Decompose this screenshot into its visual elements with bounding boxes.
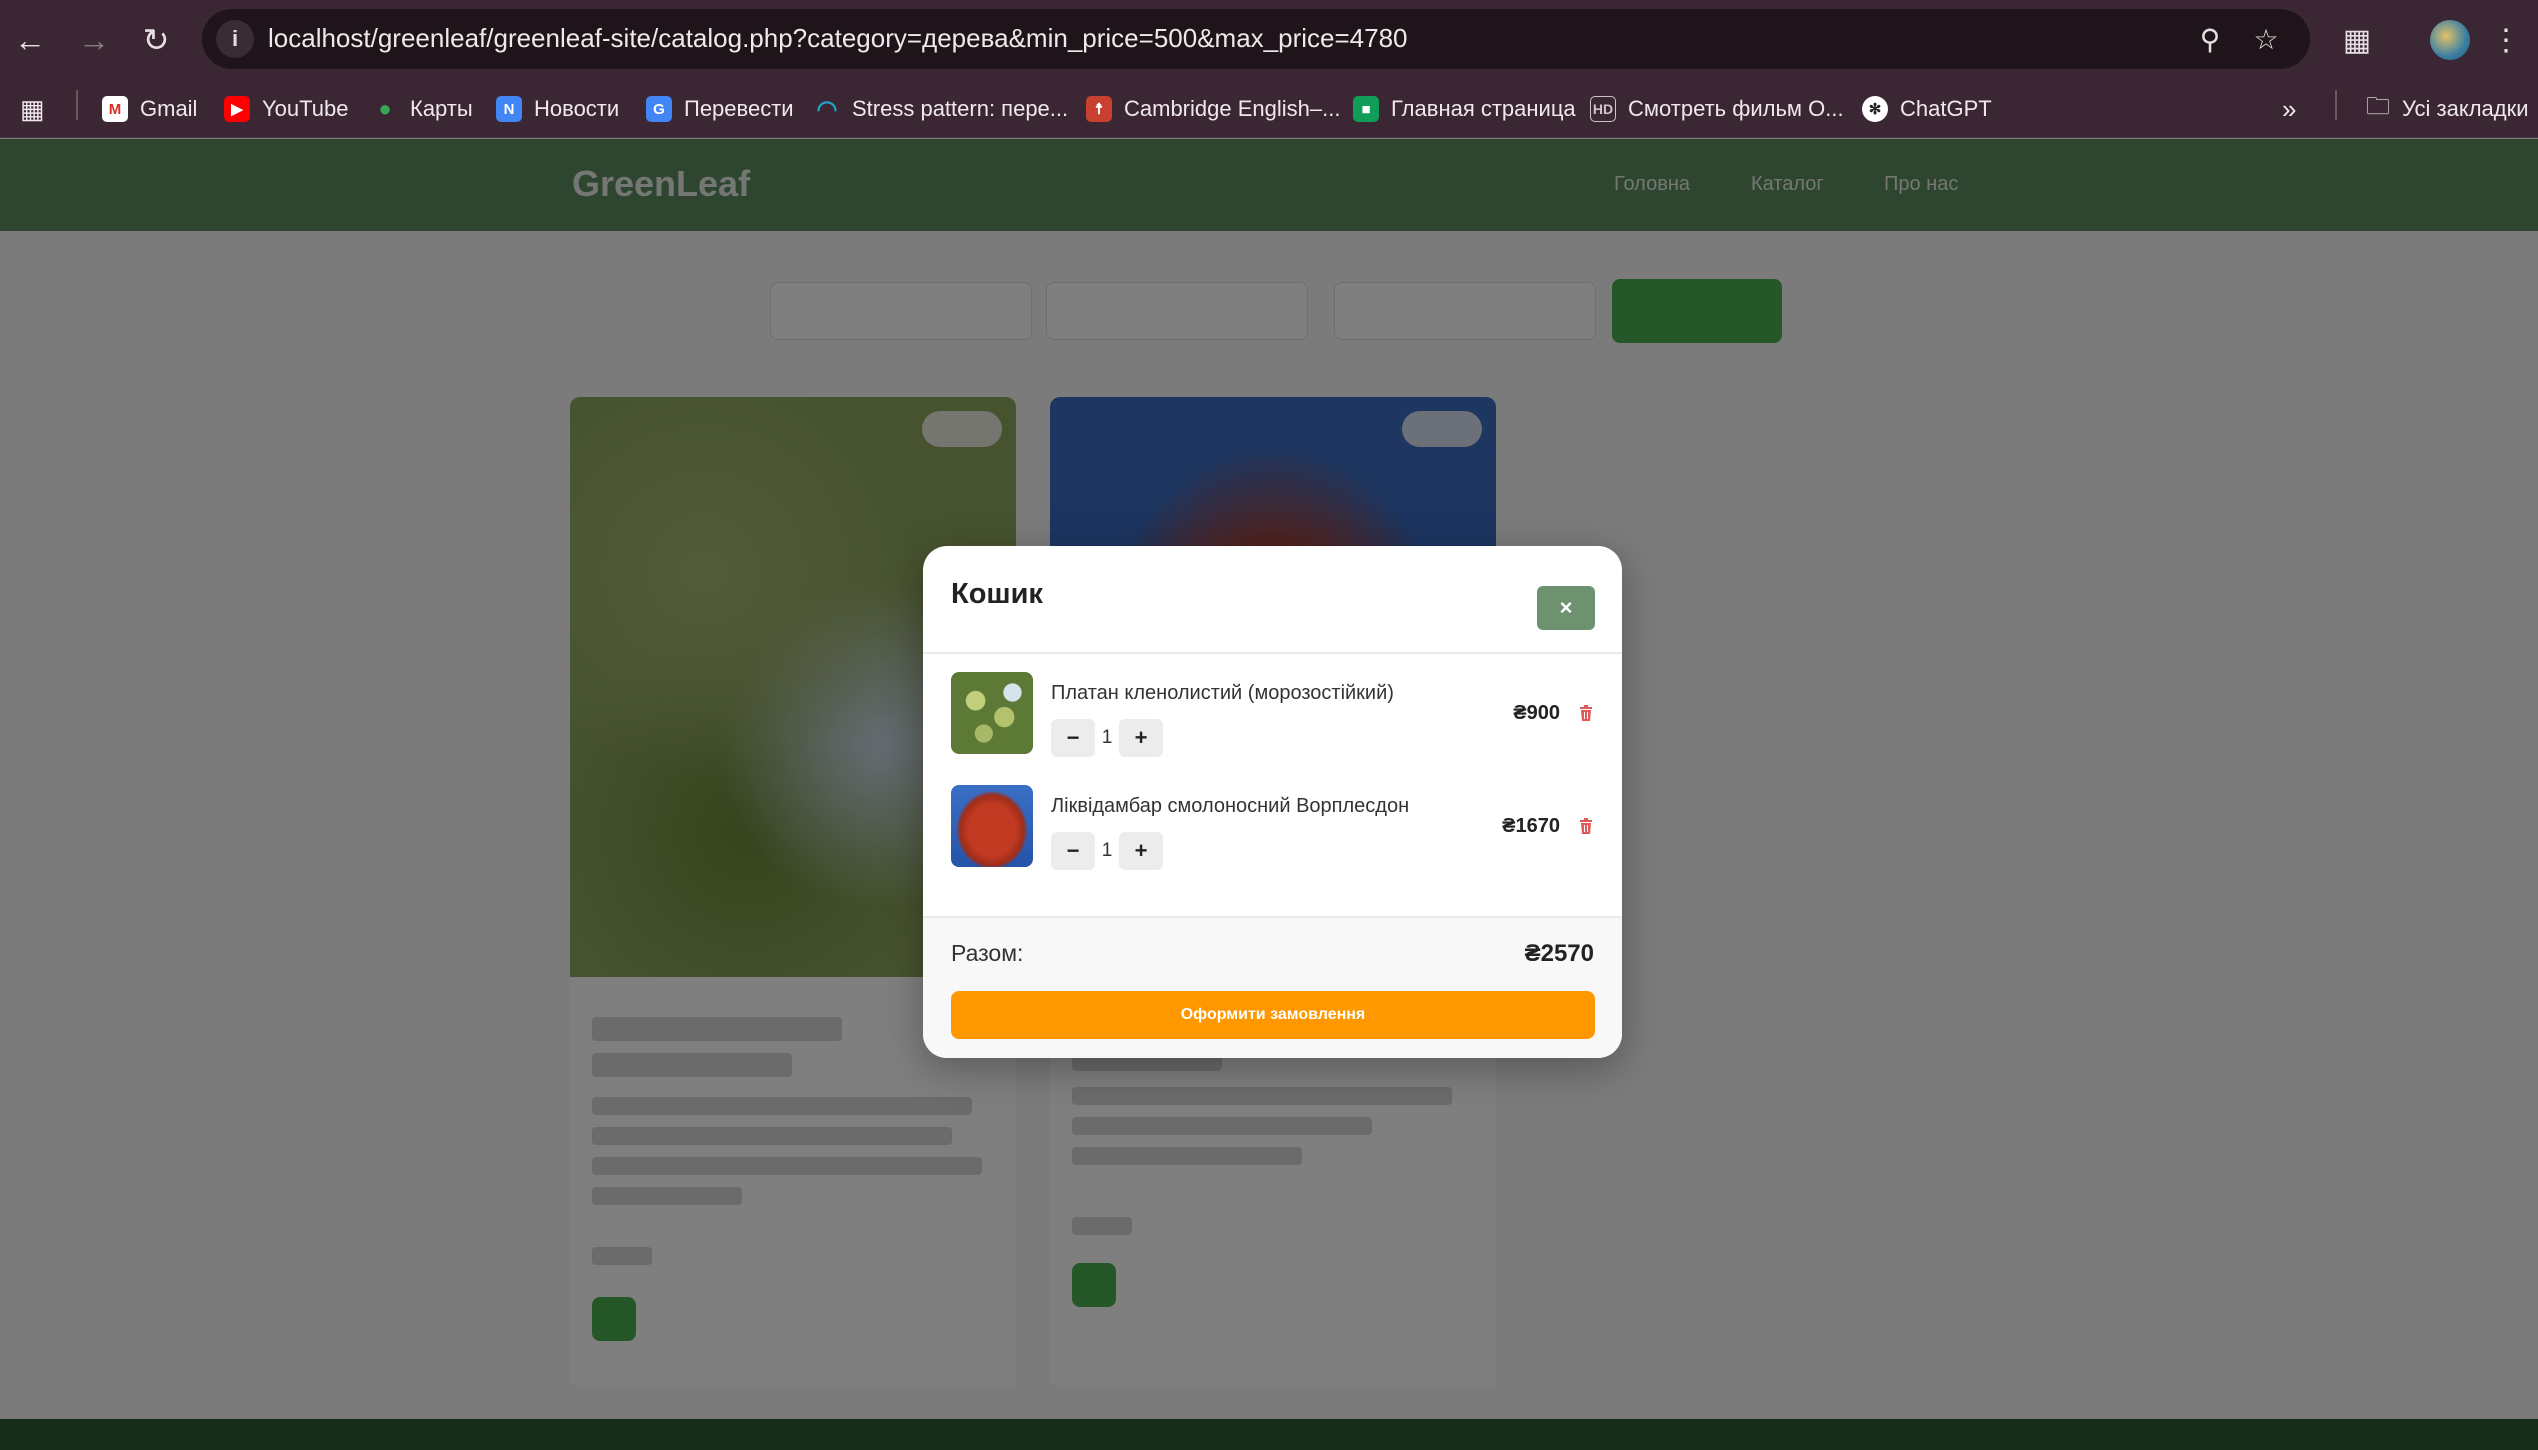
bookmark-separator [2335, 90, 2337, 120]
news-icon: N [496, 96, 522, 122]
bookmark-stress-pattern[interactable]: ◠ Stress pattern: пере... [814, 90, 1069, 128]
bookmark-chatgpt[interactable]: ✻ ChatGPT [1862, 90, 1992, 128]
classroom-icon: ■ [1353, 96, 1379, 122]
folder-icon: 🗀 [2366, 92, 2390, 120]
bookmark-movie[interactable]: HD Смотреть фильм О... [1590, 90, 1844, 128]
gmail-icon: M [102, 96, 128, 122]
cart-item-price: ₴1670 [1502, 815, 1560, 837]
trash-icon[interactable] [1576, 702, 1596, 724]
browser-toolbar: ← → ↻ i localhost/greenleaf/greenleaf-si… [0, 0, 2538, 80]
cart-item: Ліквідамбар смолоносний Ворплесдон − 1 +… [951, 785, 1596, 870]
bookmark-star-icon[interactable]: ☆ [2248, 21, 2284, 57]
back-icon[interactable]: ← [8, 18, 52, 62]
bookmark-news[interactable]: N Новости [496, 90, 619, 128]
product-thumbnail [951, 785, 1033, 867]
stress-icon: ◠ [816, 95, 838, 123]
quantity-value: 1 [1101, 727, 1113, 748]
url-text[interactable]: localhost/greenleaf/greenleaf-site/catal… [268, 23, 1408, 54]
menu-icon[interactable]: ⋮ [2484, 18, 2528, 62]
reload-icon[interactable]: ↻ [134, 18, 178, 62]
profile-avatar[interactable] [2430, 20, 2470, 60]
divider [923, 652, 1622, 654]
cart-item-name: Ліквідамбар смолоносний Ворплесдон [1051, 795, 1410, 817]
address-bar[interactable]: i localhost/greenleaf/greenleaf-site/cat… [202, 9, 2310, 69]
decrease-quantity-button[interactable]: − [1051, 832, 1095, 870]
cambridge-icon: ☨ [1086, 96, 1112, 122]
cart-modal: Кошик × Платан кленолистий (морозостійки… [923, 546, 1622, 1058]
more-bookmarks-icon[interactable]: » [2282, 90, 2296, 128]
bookmark-classroom[interactable]: ■ Главная страница [1353, 90, 1576, 128]
total-value: ₴2570 [1524, 940, 1594, 967]
cart-title: Кошик [951, 578, 1043, 610]
increase-quantity-button[interactable]: + [1119, 832, 1163, 870]
maps-icon: ● [378, 96, 392, 121]
bookmark-maps[interactable]: ● Карты [372, 90, 472, 128]
total-label: Разом: [951, 940, 1024, 966]
trash-icon[interactable] [1576, 815, 1596, 837]
bookmarks-bar: ▦ M Gmail ▶ YouTube ● Карты N Новости G Перев… [0, 80, 2538, 138]
quantity-stepper: − 1 + [1051, 719, 1163, 757]
cart-item-name: Платан кленолистий (морозостійкий) [1051, 682, 1394, 704]
apps-grid-icon[interactable]: ▦ [20, 90, 45, 128]
cart-item: Платан кленолистий (морозостійкий) − 1 +… [951, 672, 1596, 757]
all-bookmarks[interactable]: 🗀 Усі закладки [2366, 90, 2529, 128]
chatgpt-icon: ✻ [1862, 96, 1888, 122]
bookmark-translate[interactable]: G Перевести [646, 90, 794, 128]
youtube-icon: ▶ [224, 96, 250, 122]
forward-icon[interactable]: → [72, 18, 116, 62]
decrease-quantity-button[interactable]: − [1051, 719, 1095, 757]
cart-footer: Разом: ₴2570 Оформити замовлення [923, 916, 1622, 1058]
hd-icon: HD [1590, 96, 1616, 122]
increase-quantity-button[interactable]: + [1119, 719, 1163, 757]
quantity-value: 1 [1101, 840, 1113, 861]
bookmark-youtube[interactable]: ▶ YouTube [224, 90, 348, 128]
zoom-icon[interactable]: ⚲ [2192, 21, 2228, 57]
close-button[interactable]: × [1537, 586, 1595, 630]
bookmark-separator [76, 90, 78, 120]
cart-item-price: ₴900 [1513, 702, 1560, 724]
site-info-icon[interactable]: i [216, 20, 254, 58]
product-thumbnail [951, 672, 1033, 754]
checkout-button[interactable]: Оформити замовлення [951, 991, 1595, 1039]
translate-icon: G [646, 96, 672, 122]
bookmark-cambridge[interactable]: ☨ Cambridge English–... [1086, 90, 1340, 128]
bookmark-gmail[interactable]: M Gmail [102, 90, 197, 128]
extensions-icon[interactable]: ▦ [2335, 18, 2379, 62]
quantity-stepper: − 1 + [1051, 832, 1163, 870]
